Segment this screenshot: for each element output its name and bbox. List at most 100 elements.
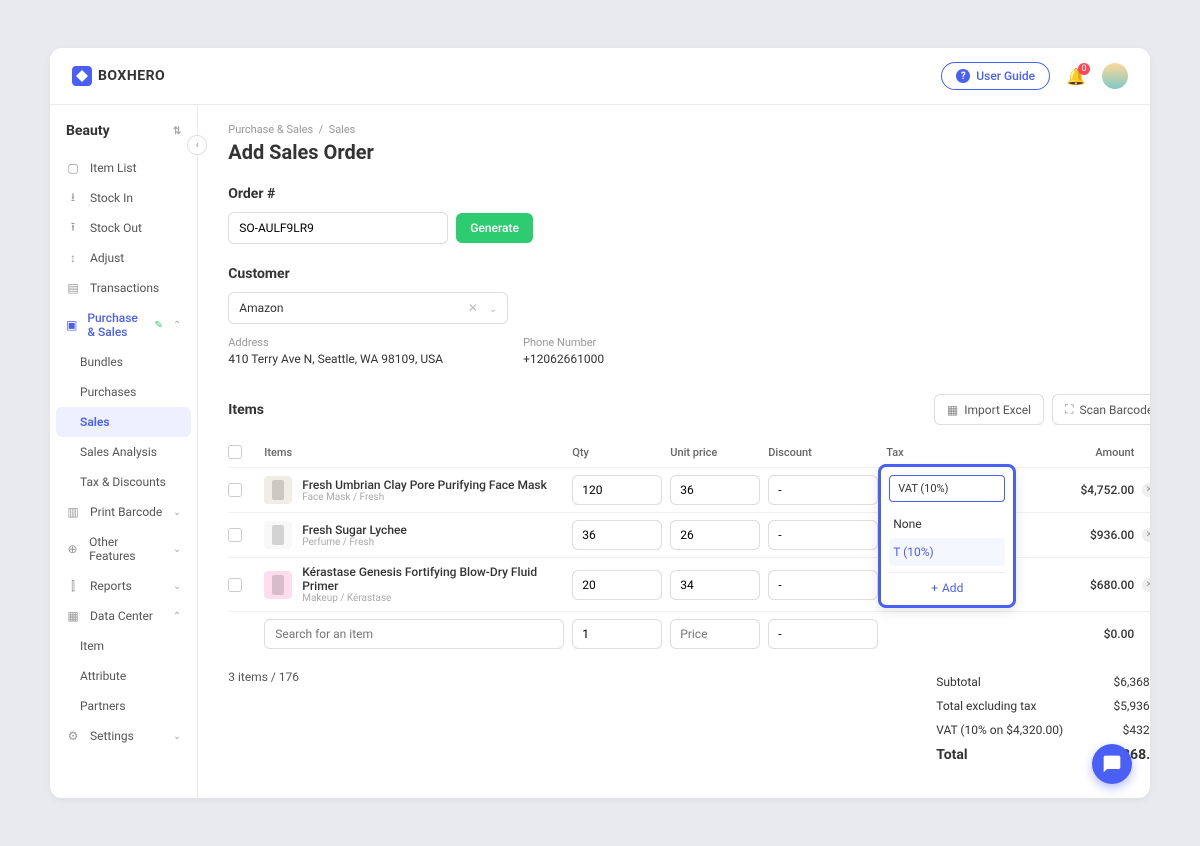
sidebar-item-sales-analysis[interactable]: Sales Analysis — [56, 437, 191, 467]
price-input[interactable] — [670, 475, 760, 505]
notification-bell-icon[interactable]: 🔔0 — [1066, 67, 1086, 86]
sidebar-item-reports[interactable]: ⫿Reports⌄ — [56, 571, 191, 601]
search-item-input[interactable] — [264, 619, 564, 649]
download-icon: ⭳ — [66, 191, 80, 205]
notification-badge: 0 — [1078, 63, 1090, 75]
database-icon: ▦ — [66, 609, 80, 623]
sidebar-item-partners[interactable]: Partners — [56, 691, 191, 721]
discount-input[interactable] — [768, 520, 878, 550]
chat-fab-button[interactable] — [1092, 744, 1132, 784]
logo[interactable]: BOXHERO — [72, 66, 165, 86]
sidebar-item-settings[interactable]: ⚙Settings⌄ — [56, 721, 191, 751]
team-selector[interactable]: Beauty ⇅ — [56, 119, 191, 153]
team-toggle-icon: ⇅ — [173, 126, 181, 137]
tax-add-button[interactable]: +Add — [889, 572, 1005, 597]
discount-input[interactable] — [768, 619, 878, 649]
page-title: Add Sales Order — [228, 140, 1150, 164]
sidebar-item-item[interactable]: Item — [56, 631, 191, 661]
delete-row-button[interactable]: ✕ — [1142, 578, 1150, 592]
order-number-input[interactable] — [228, 212, 448, 244]
item-name: Fresh Sugar Lychee — [302, 523, 407, 537]
sidebar-item-purchases[interactable]: Purchases — [56, 377, 191, 407]
item-meta: Makeup / Kérastase — [302, 593, 564, 604]
sidebar-item-print-barcode[interactable]: ▥Print Barcode⌄ — [56, 497, 191, 527]
sidebar-item-bundles[interactable]: Bundles — [56, 347, 191, 377]
import-excel-button[interactable]: ▦Import Excel — [934, 394, 1044, 425]
price-input[interactable] — [670, 520, 760, 550]
excel-icon: ▦ — [947, 403, 958, 417]
chevron-down-icon: ⌄ — [173, 581, 181, 592]
amount-value: $680.00 — [1044, 578, 1134, 592]
breadcrumb-link[interactable]: Purchase & Sales — [228, 123, 313, 136]
sidebar-item-other-features[interactable]: ⊕Other Features⌄ — [56, 527, 191, 571]
sidebar-item-item-list[interactable]: ▢Item List — [56, 153, 191, 183]
item-meta: Face Mask / Fresh — [302, 492, 547, 503]
discount-input[interactable] — [768, 570, 878, 600]
user-guide-label: User Guide — [976, 69, 1035, 83]
table-header: Items Qty Unit price Discount Tax Amount — [228, 437, 1150, 467]
qty-input[interactable] — [572, 570, 662, 600]
sidebar-item-attribute[interactable]: Attribute — [56, 661, 191, 691]
row-checkbox[interactable] — [228, 483, 242, 497]
sidebar-item-tax-discounts[interactable]: Tax & Discounts — [56, 467, 191, 497]
breadcrumb-link[interactable]: Sales — [329, 123, 356, 136]
qty-input[interactable] — [572, 619, 662, 649]
row-checkbox[interactable] — [228, 528, 242, 542]
sidebar-item-stock-in[interactable]: ⭳Stock In — [56, 183, 191, 213]
col-unit-price: Unit price — [670, 446, 760, 459]
scan-icon: ⛶ — [1065, 402, 1073, 417]
beta-icon: ✎ — [154, 320, 162, 331]
tax-option-vat[interactable]: T (10%) — [889, 538, 1005, 566]
sidebar-item-sales[interactable]: Sales — [56, 407, 191, 437]
amount-value: $4,752.00 — [1044, 483, 1134, 497]
item-thumbnail — [264, 476, 292, 504]
delete-row-button[interactable]: ✕ — [1142, 483, 1150, 497]
col-qty: Qty — [572, 446, 662, 459]
scan-barcode-button[interactable]: ⛶Scan Barcode — [1052, 394, 1150, 425]
amount-value: $936.00 — [1044, 528, 1134, 542]
generate-button[interactable]: Generate — [456, 213, 533, 243]
receipt-icon: ▣ — [66, 318, 77, 332]
select-all-checkbox[interactable] — [228, 445, 242, 459]
customer-select[interactable]: Amazon ✕ ⌄ — [228, 292, 508, 324]
qty-input[interactable] — [572, 475, 662, 505]
upload-icon: ⭱ — [66, 221, 80, 235]
address-label: Address — [228, 336, 443, 349]
table-row: Fresh Umbrian Clay Pore Purifying Face M… — [228, 467, 1150, 512]
tax-dropdown: None T (10%) +Add — [878, 464, 1016, 608]
phone-value: +12062661000 — [523, 352, 604, 366]
customer-value: Amazon — [239, 301, 283, 315]
chart-icon: ⫿ — [66, 579, 80, 593]
chevron-up-icon: ⌃ — [173, 611, 181, 622]
content: Purchase & Sales / Sales Add Sales Order… — [198, 105, 1150, 798]
delete-row-button[interactable]: ✕ — [1142, 528, 1150, 542]
item-count: 3 items / 176 — [228, 670, 299, 684]
sidebar-item-stock-out[interactable]: ⭱Stock Out — [56, 213, 191, 243]
qty-input[interactable] — [572, 520, 662, 550]
user-guide-button[interactable]: ? User Guide — [941, 62, 1050, 90]
discount-input[interactable] — [768, 475, 878, 505]
sidebar-item-transactions[interactable]: ▤Transactions — [56, 273, 191, 303]
price-input[interactable] — [670, 619, 760, 649]
sidebar-item-data-center[interactable]: ▦Data Center⌃ — [56, 601, 191, 631]
topbar-right: ? User Guide 🔔0 — [941, 62, 1128, 90]
amount-value: $0.00 — [1044, 627, 1134, 641]
avatar[interactable] — [1102, 63, 1128, 89]
item-name: Fresh Umbrian Clay Pore Purifying Face M… — [302, 478, 547, 492]
col-tax: Tax — [886, 446, 1036, 459]
summary: 3 items / 176 Subtotal$6,368.00 Total ex… — [228, 670, 1150, 768]
logo-text: BOXHERO — [98, 68, 165, 84]
price-input[interactable] — [670, 570, 760, 600]
row-checkbox[interactable] — [228, 578, 242, 592]
vat-value: $432.00 — [1123, 723, 1150, 737]
tax-option-none[interactable]: None — [889, 510, 1005, 538]
vat-label: VAT (10% on $4,320.00) — [936, 723, 1063, 737]
breadcrumb: Purchase & Sales / Sales — [228, 123, 1150, 136]
sidebar-item-adjust[interactable]: ↕Adjust — [56, 243, 191, 273]
sidebar-item-purchase-sales[interactable]: ▣Purchase & Sales✎⌃ — [56, 303, 191, 347]
chevron-down-icon: ⌄ — [173, 544, 181, 555]
sidebar: ‹ Beauty ⇅ ▢Item List ⭳Stock In ⭱Stock O… — [50, 105, 198, 798]
clear-icon[interactable]: ✕ — [468, 301, 478, 315]
gear-icon: ⚙ — [66, 729, 80, 743]
tax-input[interactable] — [889, 475, 1005, 502]
